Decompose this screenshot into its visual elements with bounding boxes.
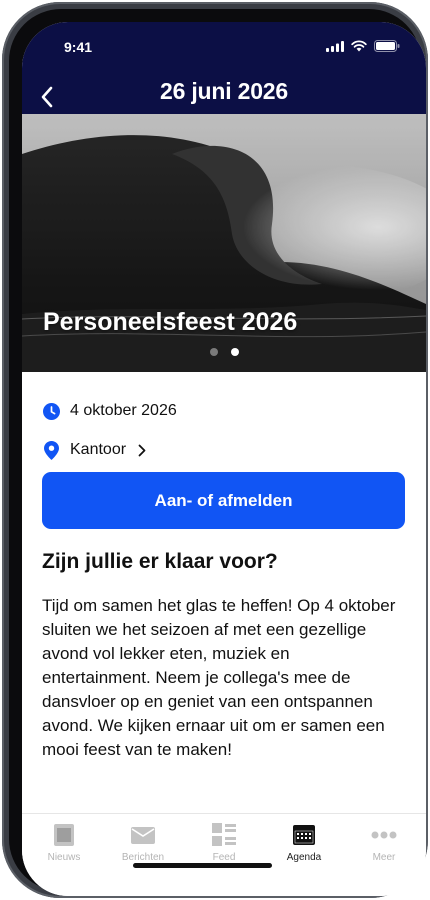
event-details: 4 oktober 2026 Kantoor Aan- of afmelden … xyxy=(22,372,426,814)
tab-berichten[interactable]: Berichten xyxy=(108,822,178,863)
event-location: Kantoor xyxy=(70,441,127,458)
event-date-row: 4 oktober 2026 xyxy=(42,402,177,420)
more-icon xyxy=(371,822,397,848)
tab-agenda[interactable]: Agenda xyxy=(269,822,339,863)
event-title: Personeelsfeest 2026 xyxy=(43,308,298,336)
page-title: 26 juni 2026 xyxy=(159,78,288,104)
status-time: 9:41 xyxy=(64,39,93,55)
signal-icon xyxy=(326,40,344,52)
event-location-row[interactable]: Kantoor xyxy=(42,440,146,460)
home-indicator xyxy=(133,863,272,868)
tab-label: Feed xyxy=(212,852,236,863)
carousel-indicator xyxy=(210,348,239,356)
tab-label: Berichten xyxy=(121,852,165,863)
tab-nieuws[interactable]: Nieuws xyxy=(29,822,99,863)
battery-icon xyxy=(374,40,400,52)
location-pin-icon xyxy=(42,440,60,460)
tab-meer[interactable]: Meer xyxy=(349,822,419,863)
event-description: Tijd om samen het glas te heffen! Op 4 o… xyxy=(42,596,396,759)
status-icons xyxy=(326,40,400,52)
feed-icon xyxy=(211,822,237,848)
clock-icon xyxy=(42,402,60,420)
phone-bezel: 9:41 26 juni 2026 Personeelsfeest 2026 4… xyxy=(9,9,426,896)
tab-label: Agenda xyxy=(286,852,322,863)
app-header: 9:41 26 juni 2026 xyxy=(22,22,426,114)
wifi-icon xyxy=(351,40,367,52)
register-button[interactable]: Aan- of afmelden xyxy=(42,472,405,529)
tab-label: Meer xyxy=(372,852,396,863)
news-icon xyxy=(51,822,77,848)
tab-label: Nieuws xyxy=(47,852,81,863)
calendar-icon xyxy=(291,822,317,848)
phone-frame: 9:41 26 juni 2026 Personeelsfeest 2026 4… xyxy=(2,2,428,898)
messages-icon xyxy=(130,822,156,848)
carousel-dot[interactable] xyxy=(210,348,218,356)
screen: 9:41 26 juni 2026 Personeelsfeest 2026 4… xyxy=(22,22,426,896)
carousel-dot-active[interactable] xyxy=(231,348,239,356)
chevron-right-icon xyxy=(138,444,146,457)
tab-bar: Nieuws Berichten Feed Agenda Meer xyxy=(22,813,426,896)
hero-carousel[interactable]: Personeelsfeest 2026 xyxy=(22,114,426,372)
description-heading: Zijn jullie er klaar voor? xyxy=(42,550,278,573)
event-date: 4 oktober 2026 xyxy=(70,402,177,419)
tab-feed[interactable]: Feed xyxy=(189,822,259,863)
